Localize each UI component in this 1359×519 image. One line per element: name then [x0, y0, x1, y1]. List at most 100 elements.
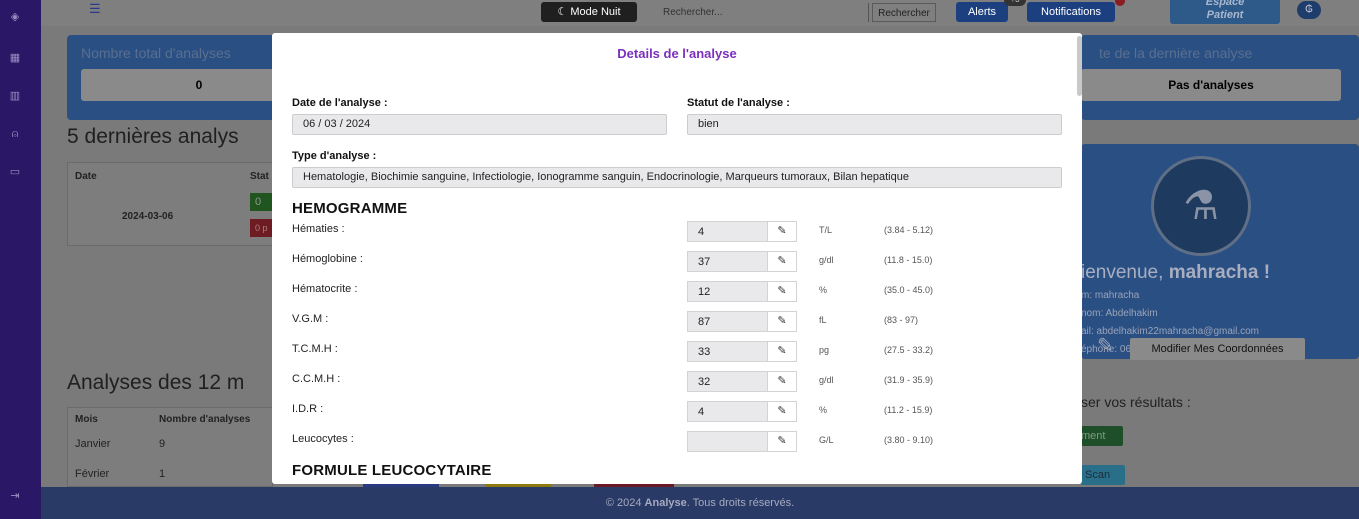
month-row-1: Janvier [75, 438, 111, 450]
status-label: Statut de l'analyse : [687, 97, 790, 109]
row-label: T.C.M.H : [292, 343, 338, 355]
footer: © 2024 Analyse. Tous droits réservés. [41, 487, 1359, 519]
sidebar: ◈ ▦ ▥ ⍝ ▭ ⇥ [0, 0, 41, 519]
row-reference-range: (3.80 - 9.10) [884, 435, 934, 445]
dashboard-icon[interactable]: ▦ [8, 52, 22, 64]
row-label: I.D.R : [292, 403, 324, 415]
col-count: Nombre d'analyses [159, 414, 251, 425]
row-value-input[interactable]: 87 [687, 311, 767, 332]
user-icon[interactable]: ⍝ [8, 128, 22, 140]
pencil-icon[interactable]: ✎ [767, 341, 797, 362]
mode-nuit-label: Mode Nuit [570, 6, 621, 18]
analysis-details-modal: Details de l'analyse Date de l'analyse :… [272, 33, 1082, 484]
alerts-button[interactable]: Alerts [956, 2, 1008, 22]
last-analysis-card: te de la dernière analyse Pas d'analyses [1081, 35, 1359, 120]
row-reference-range: (83 - 97) [884, 315, 919, 325]
pencil-icon[interactable]: ✎ [767, 251, 797, 272]
notifications-button[interactable]: Notifications [1027, 2, 1115, 22]
row-unit: % [819, 405, 828, 415]
pencil-icon[interactable]: ✎ [767, 221, 797, 242]
col-status: Stat [250, 171, 269, 182]
search-button[interactable]: Rechercher [872, 3, 936, 22]
notification-dot [1115, 0, 1125, 6]
row-value-input[interactable]: 4 [687, 401, 767, 422]
row-unit: G/L [819, 435, 834, 445]
row-reference-range: (11.8 - 15.0) [884, 255, 933, 265]
row-unit: % [819, 285, 828, 295]
status-badge-red: 0 p [250, 219, 274, 237]
col-month: Mois [75, 414, 98, 425]
section-formule-leucocytaire: FORMULE LEUCOCYTAIRE [292, 462, 492, 479]
row-label: Leucocytes : [292, 433, 354, 445]
upload-button[interactable]: ment [1081, 426, 1123, 446]
row-value-input[interactable]: 4 [687, 221, 767, 242]
row-value-input[interactable]: 32 [687, 371, 767, 392]
welcome-text: ienvenue, mahracha ! [1081, 262, 1270, 284]
row-unit: T/L [819, 225, 833, 235]
pencil-icon[interactable]: ✎ [767, 281, 797, 302]
patient-label: Patient [1206, 9, 1244, 21]
recent-analyses-table: Date Stat 2024-03-06 0 0 p [67, 162, 274, 246]
total-analyses-label: Nombre total d'analyses [81, 45, 231, 61]
profile-card: ⚗ ienvenue, mahracha ! m: mahracha nom: … [1081, 144, 1359, 359]
footer-brand: Analyse [644, 497, 687, 509]
last-analysis-value: Pas d'analyses [1081, 69, 1341, 101]
upload-results-title: ser vos résultats : [1081, 394, 1191, 410]
date-field[interactable]: 06 / 03 / 2024 [292, 114, 667, 135]
welcome-username: mahracha ! [1168, 262, 1271, 283]
months-table: Mois Nombre d'analyses Janvier 9 Février… [67, 407, 273, 487]
pencil-icon[interactable]: ✎ [767, 311, 797, 332]
welcome-prefix: ienvenue, [1081, 262, 1169, 283]
last-analysis-label: te de la dernière analyse [1099, 45, 1253, 61]
month-row-2: Février [75, 468, 110, 480]
row-reference-range: (27.5 - 33.2) [884, 345, 934, 355]
row-label: Hématocrite : [292, 283, 358, 295]
type-label: Type d'analyse : [292, 150, 377, 162]
months-analyses-title: Analyses des 12 m [67, 371, 245, 394]
row-value-input[interactable]: 12 [687, 281, 767, 302]
recent-analyses-title: 5 dernières analys [67, 125, 239, 148]
modify-coordinates-button[interactable]: Modifier Mes Coordonnées [1130, 338, 1305, 360]
pencil-icon[interactable]: ✎ [767, 401, 797, 422]
row-label: C.C.M.H : [292, 373, 341, 385]
row-reference-range: (3.84 - 5.12) [884, 225, 934, 235]
footer-prefix: © 2024 [605, 497, 645, 509]
footer-suffix: . Tous droits réservés. [686, 497, 795, 509]
espace-label: Espace [1205, 0, 1245, 8]
microscope-icon: ⚗ [1151, 156, 1251, 256]
count-row-2: 1 [159, 468, 166, 480]
message-icon[interactable]: ▭ [8, 166, 22, 178]
avatar-icon[interactable]: ₲ [1297, 1, 1321, 19]
row-reference-range: (35.0 - 45.0) [884, 285, 934, 295]
section-hemogramme: HEMOGRAMME [292, 200, 408, 217]
mode-nuit-button[interactable]: ☾ Mode Nuit [541, 2, 637, 22]
status-field[interactable]: bien [687, 114, 1062, 135]
row-date: 2024-03-06 [122, 211, 174, 222]
edit-pencil-icon[interactable]: ✎ [1097, 333, 1114, 358]
col-date: Date [75, 171, 97, 182]
row-unit: pg [819, 345, 830, 355]
row-value-input[interactable]: 33 [687, 341, 767, 362]
date-label: Date de l'analyse : [292, 97, 388, 109]
moon-icon: ☾ [557, 6, 568, 18]
profile-name: m: mahracha [1081, 290, 1140, 301]
scan-button[interactable]: Scan [1081, 465, 1125, 485]
search-input[interactable]: Rechercher... [659, 3, 869, 22]
layers-icon[interactable]: ◈ [8, 11, 22, 23]
pencil-icon[interactable]: ✎ [767, 371, 797, 392]
alerts-badge: +3 [1004, 0, 1026, 6]
type-field[interactable]: Hematologie, Biochimie sanguine, Infecti… [292, 167, 1062, 188]
menu-icon[interactable]: ☰ [89, 2, 103, 15]
espace-patient-button[interactable]: Espace Patient [1170, 0, 1280, 24]
chart-icon[interactable]: ▥ [8, 90, 22, 102]
row-label: Hémoglobine : [292, 253, 363, 265]
modal-scrollbar[interactable] [1077, 36, 1082, 96]
row-value-input[interactable] [687, 431, 767, 452]
pencil-icon[interactable]: ✎ [767, 431, 797, 452]
profile-prenom: nom: Abdelhakim [1081, 308, 1158, 319]
logout-icon[interactable]: ⇥ [8, 490, 22, 502]
row-value-input[interactable]: 37 [687, 251, 767, 272]
modal-title: Details de l'analyse [617, 46, 737, 61]
row-label: V.G.M : [292, 313, 329, 325]
row-label: Hématies : [292, 223, 345, 235]
